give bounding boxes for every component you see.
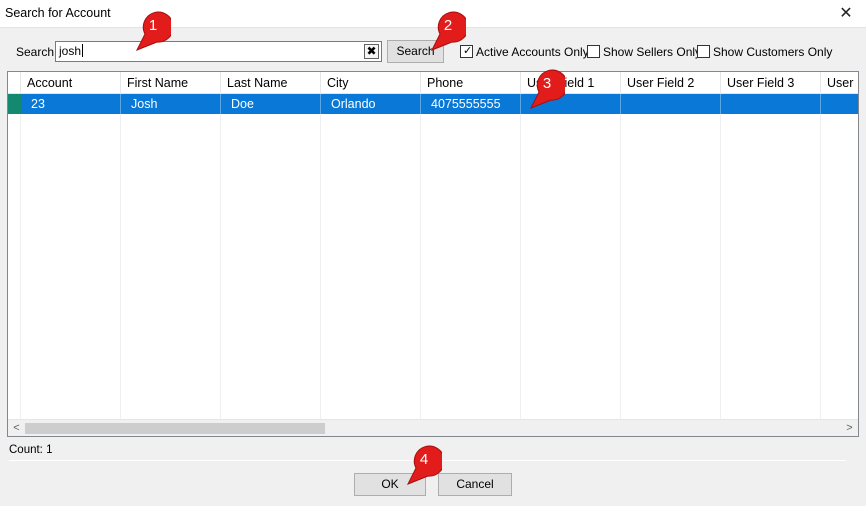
column-divider (20, 114, 21, 420)
column-header-user-field-3[interactable]: User Field 3 (721, 72, 821, 94)
callout-number: 3 (543, 75, 551, 92)
column-divider (120, 114, 121, 420)
column-divider (220, 114, 221, 420)
column-divider (320, 114, 321, 420)
row-header-corner (8, 72, 21, 94)
cell-user[interactable] (821, 94, 858, 114)
cancel-button[interactable]: Cancel (438, 473, 512, 496)
column-divider (720, 114, 721, 420)
cell-phone[interactable]: 4075555555 (421, 94, 521, 114)
column-header-user-field-2[interactable]: User Field 2 (621, 72, 721, 94)
show-sellers-only-label[interactable]: Show Sellers Only (603, 45, 701, 59)
callout-marker-1: 1 (135, 11, 171, 51)
text-caret (82, 44, 84, 57)
column-header-user[interactable]: User (821, 72, 858, 94)
result-count: Count: 1 (9, 444, 53, 456)
row-indicator (8, 94, 21, 114)
search-input[interactable]: josh ✖ (55, 41, 382, 62)
column-header-account[interactable]: Account (21, 72, 121, 94)
callout-marker-2: 2 (430, 11, 466, 51)
column-divider (620, 114, 621, 420)
close-icon[interactable]: ✕ (826, 0, 866, 28)
checkbox-box[interactable] (697, 45, 710, 58)
callout-marker-4: 4 (406, 445, 442, 485)
window-title: Search for Account (5, 6, 111, 20)
cell-first-name[interactable]: Josh (121, 94, 221, 114)
scroll-left-icon[interactable]: < (8, 420, 25, 436)
column-header-last-name[interactable]: Last Name (221, 72, 321, 94)
show-customers-only-label[interactable]: Show Customers Only (713, 45, 832, 59)
callout-number: 2 (444, 17, 452, 34)
search-label: Search (16, 45, 55, 59)
active-accounts-only-label[interactable]: Active Accounts Only (476, 45, 589, 59)
column-divider (520, 114, 521, 420)
cell-last-name[interactable]: Doe (221, 94, 321, 114)
table-row[interactable]: 23 Josh Doe Orlando 4075555555 (8, 94, 858, 114)
search-input-value: josh (59, 44, 82, 58)
clear-search-icon[interactable]: ✖ (364, 44, 379, 59)
scrollbar-thumb[interactable] (25, 423, 325, 434)
column-header-city[interactable]: City (321, 72, 421, 94)
column-header-first-name[interactable]: First Name (121, 72, 221, 94)
callout-marker-3: 3 (529, 69, 565, 109)
horizontal-scrollbar[interactable]: < > (8, 419, 858, 436)
cell-user-field-3[interactable] (721, 94, 821, 114)
scroll-right-icon[interactable]: > (841, 420, 858, 436)
column-header-phone[interactable]: Phone (421, 72, 521, 94)
cell-city[interactable]: Orlando (321, 94, 421, 114)
column-divider (420, 114, 421, 420)
column-divider (820, 114, 821, 420)
callout-number: 4 (420, 451, 428, 468)
cell-user-field-2[interactable] (621, 94, 721, 114)
cell-account[interactable]: 23 (21, 94, 121, 114)
callout-number: 1 (149, 17, 157, 34)
results-grid[interactable]: Account First Name Last Name City Phone … (7, 71, 859, 437)
grid-header: Account First Name Last Name City Phone … (8, 72, 858, 94)
checkbox-box[interactable] (587, 45, 600, 58)
